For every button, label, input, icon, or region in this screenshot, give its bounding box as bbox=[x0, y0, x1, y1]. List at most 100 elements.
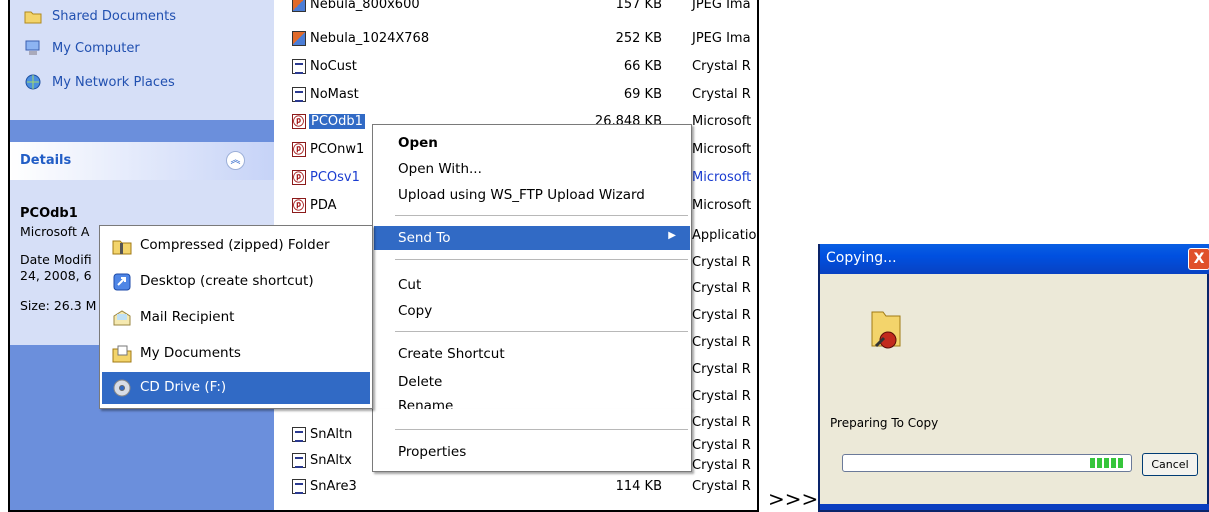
menu-separator bbox=[395, 429, 688, 430]
send-to-cd-drive[interactable]: CD Drive (F:) bbox=[102, 372, 370, 404]
file-type: JPEG Ima bbox=[692, 0, 751, 12]
details-title: Details bbox=[20, 153, 72, 168]
report-file-icon bbox=[292, 59, 306, 74]
menu-item-label: Properties bbox=[398, 444, 467, 460]
menu-item-label: Desktop (create shortcut) bbox=[140, 273, 314, 289]
menu-item-label: Mail Recipient bbox=[140, 309, 235, 325]
desktop-icon bbox=[112, 272, 132, 292]
context-menu-lower: Properties bbox=[372, 409, 692, 472]
file-name: PDA bbox=[310, 198, 337, 213]
menu-item-label: Open With... bbox=[398, 161, 482, 177]
menu-item-label: Create Shortcut bbox=[398, 346, 505, 362]
send-to-submenu: Compressed (zipped) Folder Desktop (crea… bbox=[99, 225, 373, 409]
file-name: PCOnw1 bbox=[310, 142, 365, 157]
file-type: Crystal R bbox=[692, 389, 751, 404]
send-to-my-documents[interactable]: My Documents bbox=[102, 338, 370, 370]
menu-separator bbox=[395, 331, 688, 332]
cancel-button[interactable]: Cancel bbox=[1142, 453, 1198, 476]
dialog-bottom-border bbox=[820, 504, 1209, 510]
copy-progress-bar bbox=[842, 454, 1132, 472]
menu-item-label: Delete bbox=[398, 374, 443, 390]
image-file-icon bbox=[292, 31, 306, 46]
menu-item-cut[interactable]: Cut bbox=[374, 273, 690, 297]
file-type: Crystal R bbox=[692, 281, 751, 296]
menu-separator bbox=[395, 215, 688, 216]
access-db-icon bbox=[292, 141, 306, 157]
place-label: My Network Places bbox=[52, 74, 175, 90]
report-file-icon bbox=[292, 427, 306, 442]
report-file-icon bbox=[292, 479, 306, 494]
file-name: SnAltx bbox=[310, 453, 352, 468]
report-file-icon bbox=[292, 87, 306, 102]
close-icon[interactable]: X bbox=[1188, 248, 1209, 270]
file-type: Microsoft bbox=[692, 142, 752, 157]
network-places-icon bbox=[24, 74, 42, 90]
file-type: Crystal R bbox=[692, 59, 751, 74]
copy-animation-icon bbox=[868, 306, 904, 350]
menu-item-label: Upload using WS_FTP Upload Wizard bbox=[398, 187, 645, 203]
menu-item-label: My Documents bbox=[140, 345, 241, 361]
details-date-value: 24, 2008, 6 bbox=[20, 268, 92, 283]
menu-item-copy[interactable]: Copy bbox=[374, 299, 690, 323]
place-my-computer[interactable]: My Computer bbox=[24, 38, 140, 58]
file-type: Microsoft bbox=[692, 170, 752, 185]
file-type: Applicatio bbox=[692, 228, 757, 243]
file-row[interactable]: SnAre3 114 KB Crystal R bbox=[288, 476, 757, 498]
file-type: Crystal R bbox=[692, 335, 751, 350]
file-row[interactable]: NoMast 69 KB Crystal R bbox=[288, 84, 757, 106]
file-name: SnAre3 bbox=[310, 479, 357, 494]
cd-drive-icon bbox=[112, 378, 132, 398]
details-file-type: Microsoft A bbox=[20, 224, 90, 239]
menu-item-label: Compressed (zipped) Folder bbox=[140, 237, 330, 253]
context-menu: Open Open With... Upload using WS_FTP Up… bbox=[372, 124, 692, 414]
file-type: Crystal R bbox=[692, 458, 751, 473]
file-size: 252 KB bbox=[615, 31, 662, 46]
step-arrow-text: >>> bbox=[768, 487, 819, 511]
menu-item-open-with[interactable]: Open With... bbox=[374, 157, 690, 181]
file-type: Crystal R bbox=[692, 479, 751, 494]
place-label: Shared Documents bbox=[52, 8, 177, 24]
dialog-titlebar[interactable]: Copying... X bbox=[820, 244, 1209, 274]
file-size: 114 KB bbox=[615, 479, 662, 494]
menu-item-upload-ws-ftp[interactable]: Upload using WS_FTP Upload Wizard bbox=[374, 183, 690, 207]
menu-item-create-shortcut[interactable]: Create Shortcut bbox=[374, 342, 690, 366]
details-header[interactable]: Details ︽ bbox=[10, 142, 274, 180]
send-to-compressed-folder[interactable]: Compressed (zipped) Folder bbox=[102, 230, 370, 262]
file-name: PCOsv1 bbox=[310, 170, 360, 185]
menu-item-properties[interactable]: Properties bbox=[374, 440, 690, 464]
details-file-name: PCOdb1 bbox=[20, 206, 78, 221]
details-date-label: Date Modifi bbox=[20, 252, 92, 267]
menu-item-label: Open bbox=[398, 135, 438, 151]
my-documents-icon bbox=[112, 344, 132, 364]
menu-item-send-to[interactable]: Send To ▶ bbox=[374, 226, 690, 250]
menu-item-label: Copy bbox=[398, 303, 433, 319]
collapse-chevron-icon[interactable]: ︽ bbox=[226, 151, 245, 170]
menu-item-label: Cut bbox=[398, 277, 422, 293]
access-db-icon bbox=[292, 113, 306, 129]
dialog-title: Copying... bbox=[826, 250, 897, 266]
menu-item-delete[interactable]: Delete bbox=[374, 370, 690, 394]
file-type: Crystal R bbox=[692, 255, 751, 270]
send-to-desktop[interactable]: Desktop (create shortcut) bbox=[102, 266, 370, 298]
submenu-arrow-icon: ▶ bbox=[668, 230, 676, 241]
report-file-icon bbox=[292, 453, 306, 468]
zip-folder-icon bbox=[112, 236, 132, 256]
file-type: JPEG Ima bbox=[692, 31, 751, 46]
file-type: Microsoft bbox=[692, 198, 752, 213]
other-places-panel: Shared Documents My Computer My Network … bbox=[10, 0, 274, 120]
file-size: 69 KB bbox=[623, 87, 662, 102]
file-size: 157 KB bbox=[615, 0, 662, 12]
send-to-mail-recipient[interactable]: Mail Recipient bbox=[102, 302, 370, 334]
file-row[interactable]: Nebula_800x600 157 KB JPEG Ima bbox=[288, 0, 757, 16]
copying-dialog: Copying... X Preparing To Copy Cancel bbox=[818, 244, 1209, 512]
place-shared-documents[interactable]: Shared Documents bbox=[24, 6, 176, 26]
file-row[interactable]: Nebula_1024X768 252 KB JPEG Ima bbox=[288, 28, 757, 50]
file-type: Crystal R bbox=[692, 87, 751, 102]
progress-fill bbox=[1090, 458, 1123, 468]
file-size: 66 KB bbox=[623, 59, 662, 74]
menu-separator bbox=[395, 259, 688, 260]
menu-item-open[interactable]: Open bbox=[374, 131, 690, 155]
computer-icon bbox=[24, 40, 42, 56]
file-row[interactable]: NoCust 66 KB Crystal R bbox=[288, 56, 757, 78]
place-my-network-places[interactable]: My Network Places bbox=[24, 72, 175, 92]
